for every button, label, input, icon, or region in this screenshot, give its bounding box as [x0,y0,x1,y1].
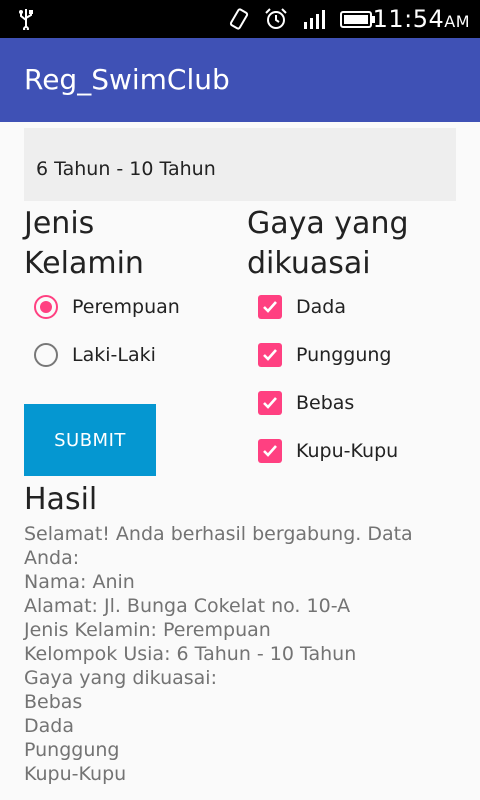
checkbox-label-punggung: Punggung [296,344,392,366]
result-line: Bebas [24,691,83,713]
battery-icon [340,8,376,34]
result-line: Kupu-Kupu [24,763,127,785]
radio-label-perempuan: Perempuan [72,296,180,318]
clock: 11:54AM [372,5,470,33]
submit-button[interactable]: SUBMIT [24,404,156,476]
alarm-icon [264,8,288,34]
result-title: Hasil [24,482,98,517]
radio-checked-icon[interactable] [34,295,58,319]
checkbox-label-dada: Dada [296,296,346,318]
styles-title: Gaya yang dikuasai [247,206,409,281]
result-line: Dada [24,715,74,737]
result-line: Alamat: Jl. Bunga Cokelat no. 10-A [24,595,351,617]
age-group-value: 6 Tahun - 10 Tahun [36,158,216,180]
result-line: Punggung [24,739,120,761]
signal-icon [302,8,326,34]
radio-unchecked-icon[interactable] [34,343,58,367]
checkbox-dada[interactable]: Dada [258,295,346,319]
checkbox-checked-icon[interactable] [258,295,282,319]
radio-label-laki-laki: Laki-Laki [72,344,156,366]
app-title: Reg_SwimClub [24,63,230,96]
checkbox-bebas[interactable]: Bebas [258,391,354,415]
result-line: Selamat! Anda berhasil bergabung. Data [24,523,413,545]
status-bar: 11:54AM [0,0,480,38]
result-line: Nama: Anin [24,571,135,593]
usb-icon [18,8,34,34]
result-line: Jenis Kelamin: Perempuan [24,619,271,641]
result-line: Gaya yang dikuasai: [24,667,217,689]
checkbox-checked-icon[interactable] [258,439,282,463]
checkbox-label-bebas: Bebas [296,392,355,414]
radio-laki-laki[interactable]: Laki-Laki [34,343,156,367]
checkbox-checked-icon[interactable] [258,391,282,415]
result-text: Selamat! Anda berhasil bergabung. Data A… [24,522,444,786]
checkbox-kupu-kupu[interactable]: Kupu-Kupu [258,439,398,463]
result-line: Anda: [24,547,80,569]
age-group-spinner[interactable]: 6 Tahun - 10 Tahun [24,128,456,201]
checkbox-checked-icon[interactable] [258,343,282,367]
form-content[interactable]: 6 Tahun - 10 Tahun Jenis Kelamin Perempu… [0,122,480,800]
app-bar: Reg_SwimClub [0,38,480,122]
vibrate-icon [228,8,250,34]
gender-title: Jenis Kelamin [24,206,144,281]
checkbox-label-kupu-kupu: Kupu-Kupu [296,440,399,462]
radio-perempuan[interactable]: Perempuan [34,295,180,319]
result-line: Kelompok Usia: 6 Tahun - 10 Tahun [24,643,357,665]
checkbox-punggung[interactable]: Punggung [258,343,391,367]
